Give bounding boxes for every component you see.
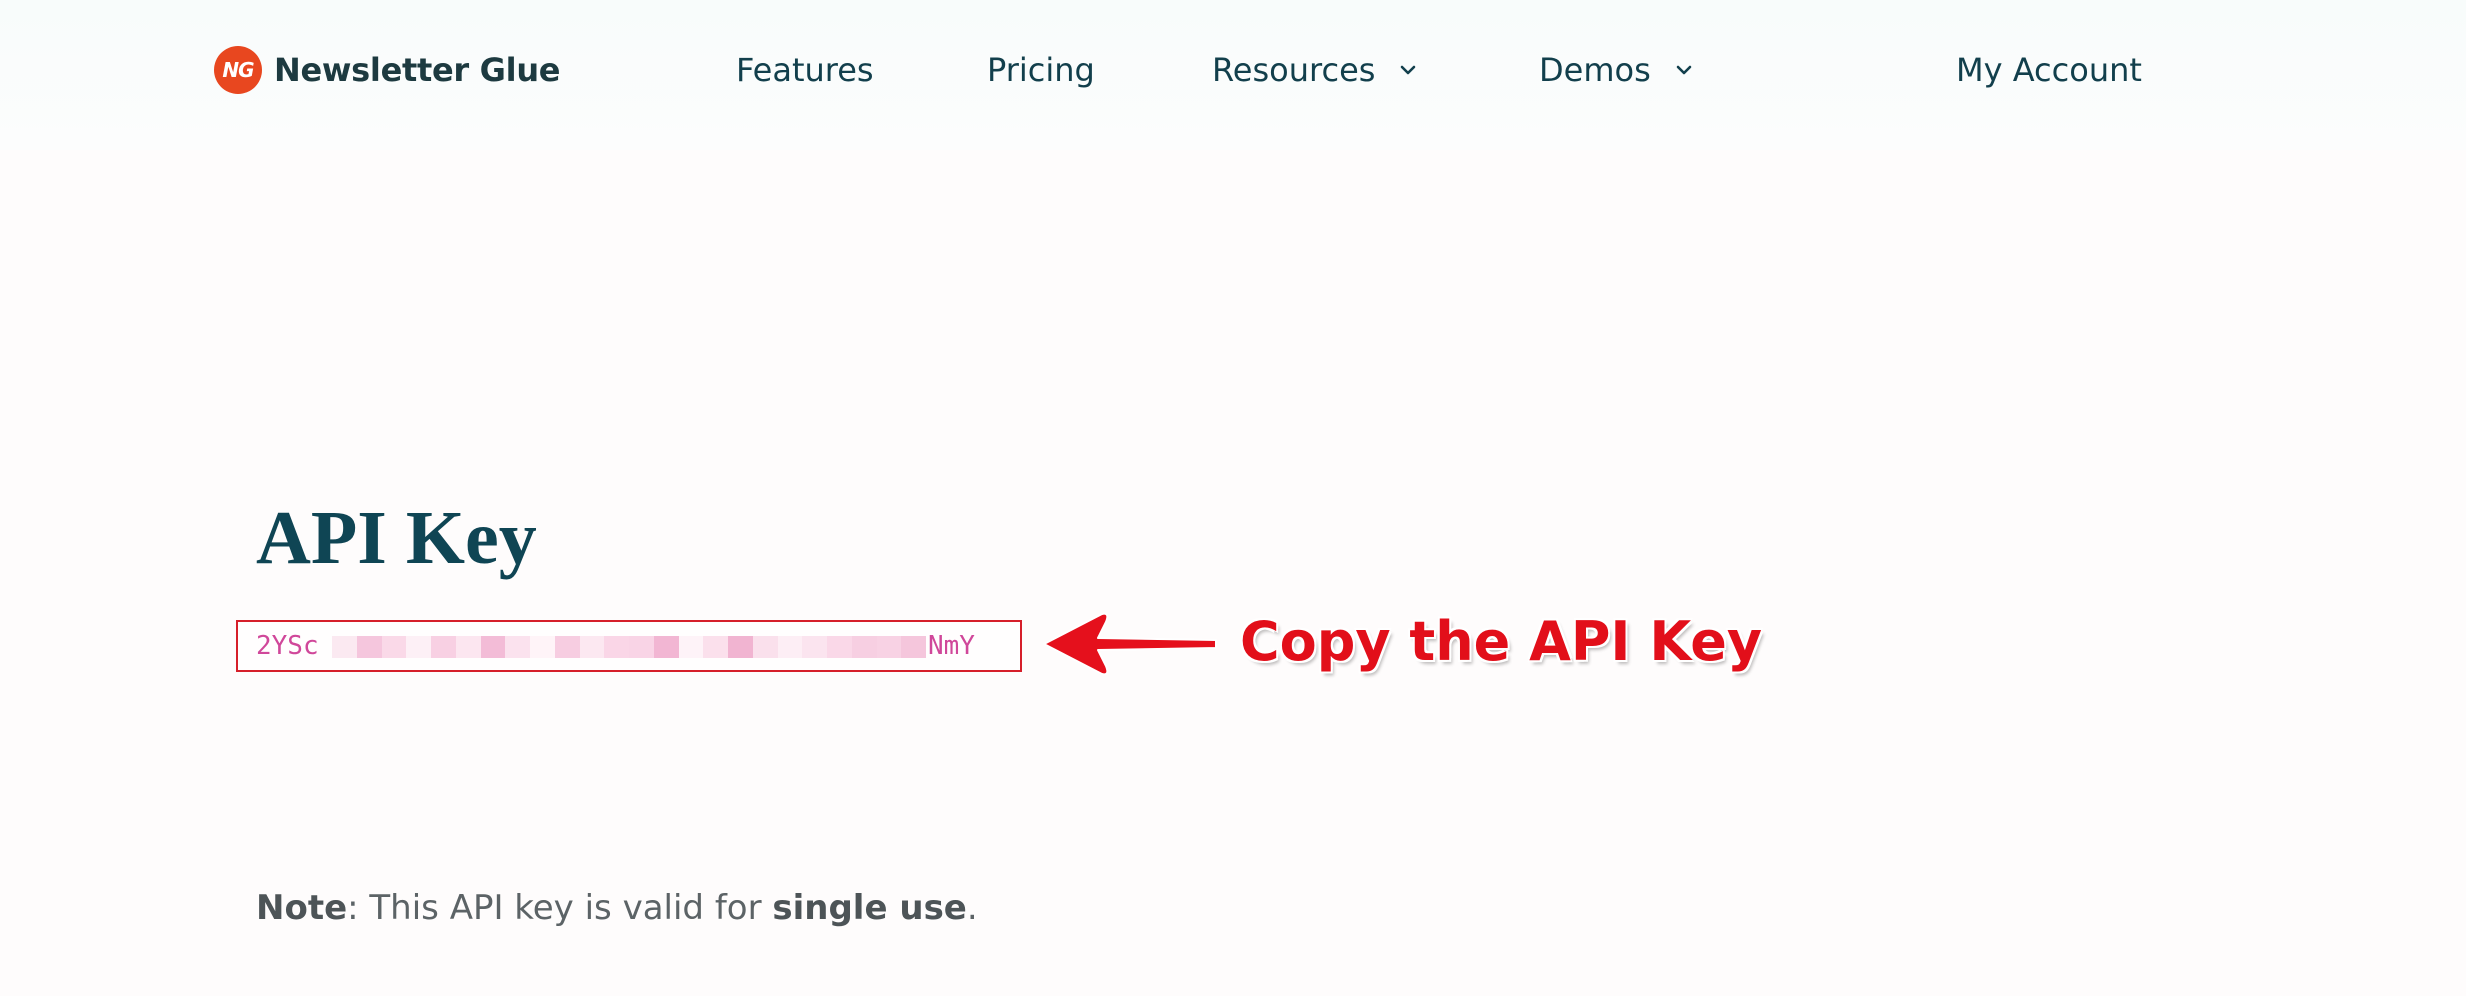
note-emphasis: single use	[772, 888, 967, 928]
page-title: API Key	[256, 496, 537, 580]
nav-pricing-link[interactable]: Pricing	[987, 48, 1095, 92]
nav-resources-label: Resources	[1212, 51, 1376, 89]
note-label: Note	[256, 888, 348, 928]
copy-api-key-annotation: Copy the API Key	[1240, 610, 1763, 673]
brand-logo-link[interactable]: NG Newsletter Glue	[214, 44, 561, 96]
api-key-redacted-section	[332, 636, 926, 658]
chevron-down-icon	[1676, 65, 1692, 75]
usage-note: Note: This API key is valid for single u…	[256, 888, 978, 928]
site-header: NG Newsletter Glue Features Pricing Reso…	[0, 0, 2466, 150]
chevron-down-icon	[1401, 65, 1416, 75]
api-key-prefix: 2YSc	[256, 631, 319, 661]
note-text: : This API key is valid for	[347, 888, 773, 928]
nav-features-label: Features	[736, 51, 874, 89]
note-end: .	[966, 888, 978, 928]
api-key-field[interactable]: 2YSc NmY	[236, 620, 1022, 672]
nav-resources-dropdown[interactable]: Resources	[1212, 48, 1419, 92]
api-key-suffix: NmY	[928, 631, 975, 661]
nav-pricing-label: Pricing	[987, 51, 1095, 89]
arrow-left-icon	[1043, 612, 1217, 676]
brand-name: Newsletter Glue	[274, 51, 561, 89]
nav-my-account-label: My Account	[1956, 51, 2142, 89]
nav-my-account-link[interactable]: My Account	[1956, 48, 2142, 92]
page: NG Newsletter Glue Features Pricing Reso…	[0, 0, 2466, 996]
ng-logo-icon: NG	[214, 46, 262, 94]
nav-features-link[interactable]: Features	[736, 48, 874, 92]
nav-demos-label: Demos	[1539, 51, 1651, 89]
nav-demos-dropdown[interactable]: Demos	[1539, 48, 1695, 92]
